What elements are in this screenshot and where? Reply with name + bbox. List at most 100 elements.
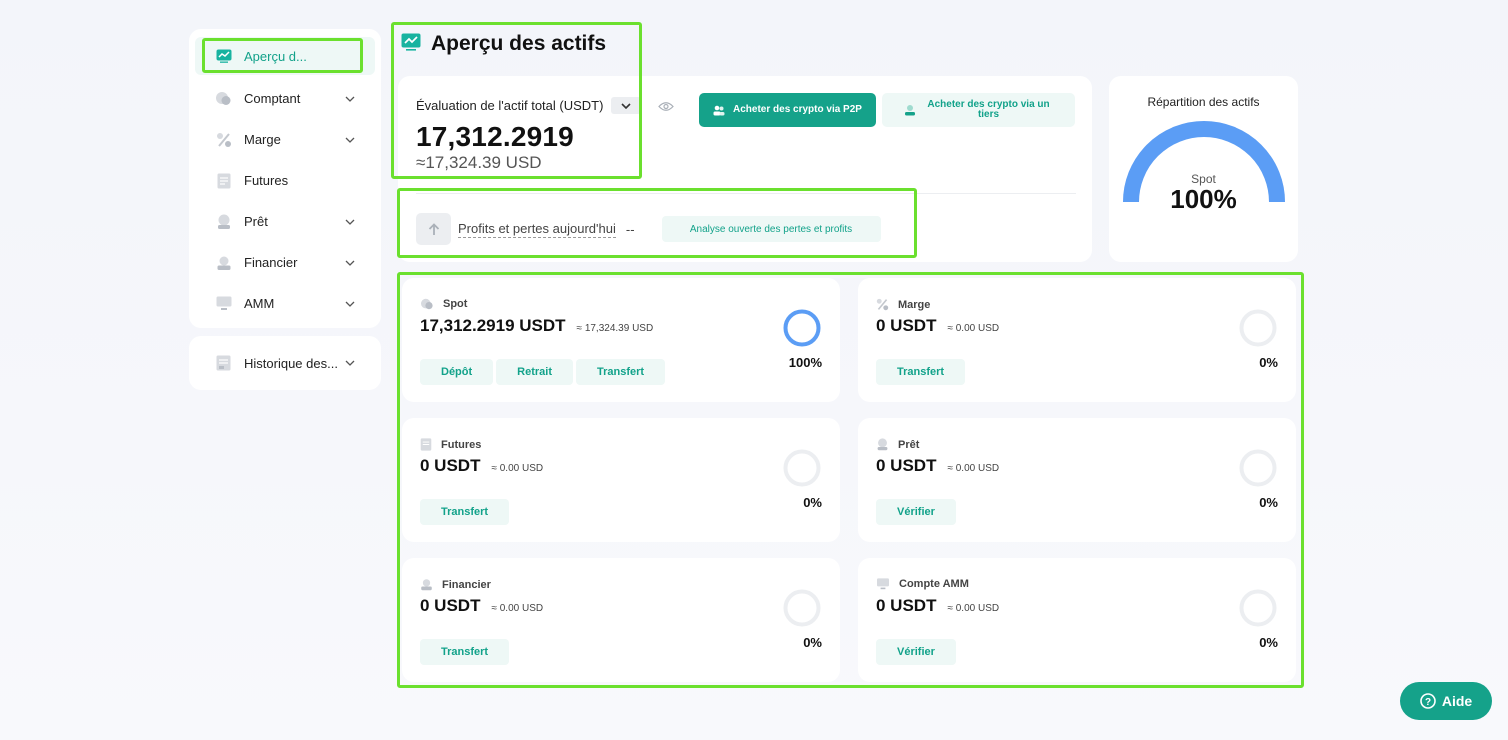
monitor-icon (215, 295, 232, 312)
account-percent: 0% (803, 635, 822, 650)
sidebar-item-overview[interactable]: Aperçu d... (195, 37, 375, 75)
chevron-down-icon (345, 94, 355, 104)
total-assets-card: Évaluation de l'actif total (USDT) 17,31… (398, 76, 1092, 262)
account-name: Prêt (898, 438, 920, 451)
account-amount: 0 USDT (876, 456, 937, 475)
account-share-ring (1239, 589, 1277, 627)
account-name: Financier (442, 578, 491, 591)
account-actions: Transfert (420, 499, 510, 525)
chart-trend-icon (401, 33, 421, 56)
sidebar-item-label: AMM (244, 296, 275, 311)
asset-distribution-card: Répartition des actifs Spot 100% (1109, 76, 1298, 262)
account-share-ring (783, 589, 821, 627)
history-icon (215, 355, 232, 372)
coins-icon (215, 90, 232, 107)
account-name: Marge (898, 298, 931, 311)
eye-icon[interactable] (658, 99, 674, 117)
sidebar-item-futures[interactable]: Futures (189, 160, 381, 201)
help-button[interactable]: ? Aide (1400, 682, 1492, 720)
arrow-up-icon (416, 213, 451, 245)
account-approx: ≈ 0.00 USD (947, 323, 1000, 334)
percent-icon (876, 298, 889, 311)
transfer-button[interactable]: Transfert (420, 639, 510, 665)
account-actions: Vérifier (876, 499, 956, 525)
document-icon (215, 172, 232, 189)
divider (416, 193, 1076, 194)
account-actions: Vérifier (876, 639, 956, 665)
sidebar-item-comptant[interactable]: Comptant (189, 78, 381, 119)
transfer-button[interactable]: Transfert (576, 359, 666, 385)
svg-text:?: ? (1425, 697, 1431, 708)
users-icon (713, 105, 725, 116)
loan-icon (876, 438, 889, 451)
account-balance: 0 USDT ≈ 0.00 USD (876, 316, 999, 336)
currency-dropdown[interactable] (611, 97, 642, 114)
chevron-down-icon (345, 217, 355, 227)
account-balance: 0 USDT ≈ 0.00 USD (420, 596, 543, 616)
account-header: Marge (876, 298, 930, 311)
sidebar-item-amm[interactable]: AMM (189, 283, 381, 324)
account-header: Compte AMM (876, 578, 969, 590)
sidebar-item-label: Futures (244, 173, 289, 188)
sidebar-history: Historique des... (189, 336, 381, 390)
sidebar-item-financier[interactable]: Financier (189, 242, 381, 283)
account-name: Futures (441, 438, 482, 451)
sidebar-item-label: Financier (244, 255, 298, 270)
deposit-button[interactable]: Dépôt (420, 359, 494, 385)
pnl-today-value: -- (625, 221, 635, 237)
verify-button[interactable]: Vérifier (876, 639, 956, 665)
account-amount: 17,312.2919 USDT (420, 316, 566, 335)
sidebar-item-marge[interactable]: Marge (189, 119, 381, 160)
account-actions: Transfert (876, 359, 966, 385)
account-balance: 0 USDT ≈ 0.00 USD (420, 456, 543, 476)
buy-p2p-button[interactable]: Acheter des crypto via P2P (699, 93, 876, 127)
account-amount: 0 USDT (420, 596, 481, 615)
transfer-button[interactable]: Transfert (876, 359, 966, 385)
sidebar-item-pret[interactable]: Prêt (189, 201, 381, 242)
buy-third-party-button[interactable]: Acheter des crypto via un tiers (882, 93, 1075, 127)
transfer-button[interactable]: Transfert (420, 499, 510, 525)
chart-trend-icon (215, 48, 232, 65)
pnl-analysis-button[interactable]: Analyse ouverte des pertes et profits (661, 216, 881, 242)
chevron-down-icon (345, 135, 355, 145)
account-percent: 0% (1259, 355, 1278, 370)
account-share-ring (1239, 309, 1277, 347)
account-card-marge: Marge 0 USDT ≈ 0.00 USD Transfert 0% (858, 278, 1296, 402)
account-card-financier: Financier 0 USDT ≈ 0.00 USD Transfert 0% (402, 558, 840, 682)
sidebar-item-label: Marge (244, 132, 281, 147)
account-card-futures: Futures 0 USDT ≈ 0.00 USD Transfert 0% (402, 418, 840, 542)
account-header: Spot (420, 298, 467, 310)
account-actions: Dépôt Retrait Transfert (420, 359, 666, 385)
account-actions: Transfert (420, 639, 510, 665)
account-approx: ≈ 0.00 USD (947, 603, 1000, 614)
account-amount: 0 USDT (420, 456, 481, 475)
account-amount: 0 USDT (876, 596, 937, 615)
buy-p2p-label: Acheter des crypto via P2P (733, 104, 862, 115)
document-icon (420, 438, 432, 451)
account-name: Spot (443, 298, 468, 310)
buy-third-party-label: Acheter des crypto via un tiers (927, 99, 1050, 120)
account-header: Financier (420, 578, 491, 591)
sidebar-item-label: Prêt (244, 214, 268, 229)
account-card-amm: Compte AMM 0 USDT ≈ 0.00 USD Vérifier 0% (858, 558, 1296, 682)
account-balance: 17,312.2919 USDT ≈ 17,324.39 USD (420, 316, 653, 336)
account-percent: 100% (788, 355, 822, 370)
account-percent: 0% (1259, 495, 1278, 510)
sidebar-item-history[interactable]: Historique des... (189, 336, 381, 390)
account-approx: ≈ 17,324.39 USD (576, 323, 654, 334)
evaluation-row: Évaluation de l'actif total (USDT) (416, 97, 642, 114)
account-approx: ≈ 0.00 USD (491, 603, 544, 614)
verify-button[interactable]: Vérifier (876, 499, 956, 525)
account-balance: 0 USDT ≈ 0.00 USD (876, 596, 999, 616)
withdraw-button[interactable]: Retrait (496, 359, 574, 385)
account-percent: 0% (803, 495, 822, 510)
account-percent: 0% (1259, 635, 1278, 650)
distribution-title: Répartition des actifs (1147, 95, 1260, 109)
person-icon (904, 104, 916, 116)
pnl-today-label[interactable]: Profits et pertes aujourd'hui (458, 221, 616, 238)
account-header: Futures (420, 438, 481, 451)
account-balance: 0 USDT ≈ 0.00 USD (876, 456, 999, 476)
total-balance-usd: ≈17,324.39 USD (416, 153, 542, 172)
sidebar: Aperçu d... Comptant Marge Futures Prêt … (189, 29, 381, 328)
page-title: Aperçu des actifs (431, 32, 607, 55)
